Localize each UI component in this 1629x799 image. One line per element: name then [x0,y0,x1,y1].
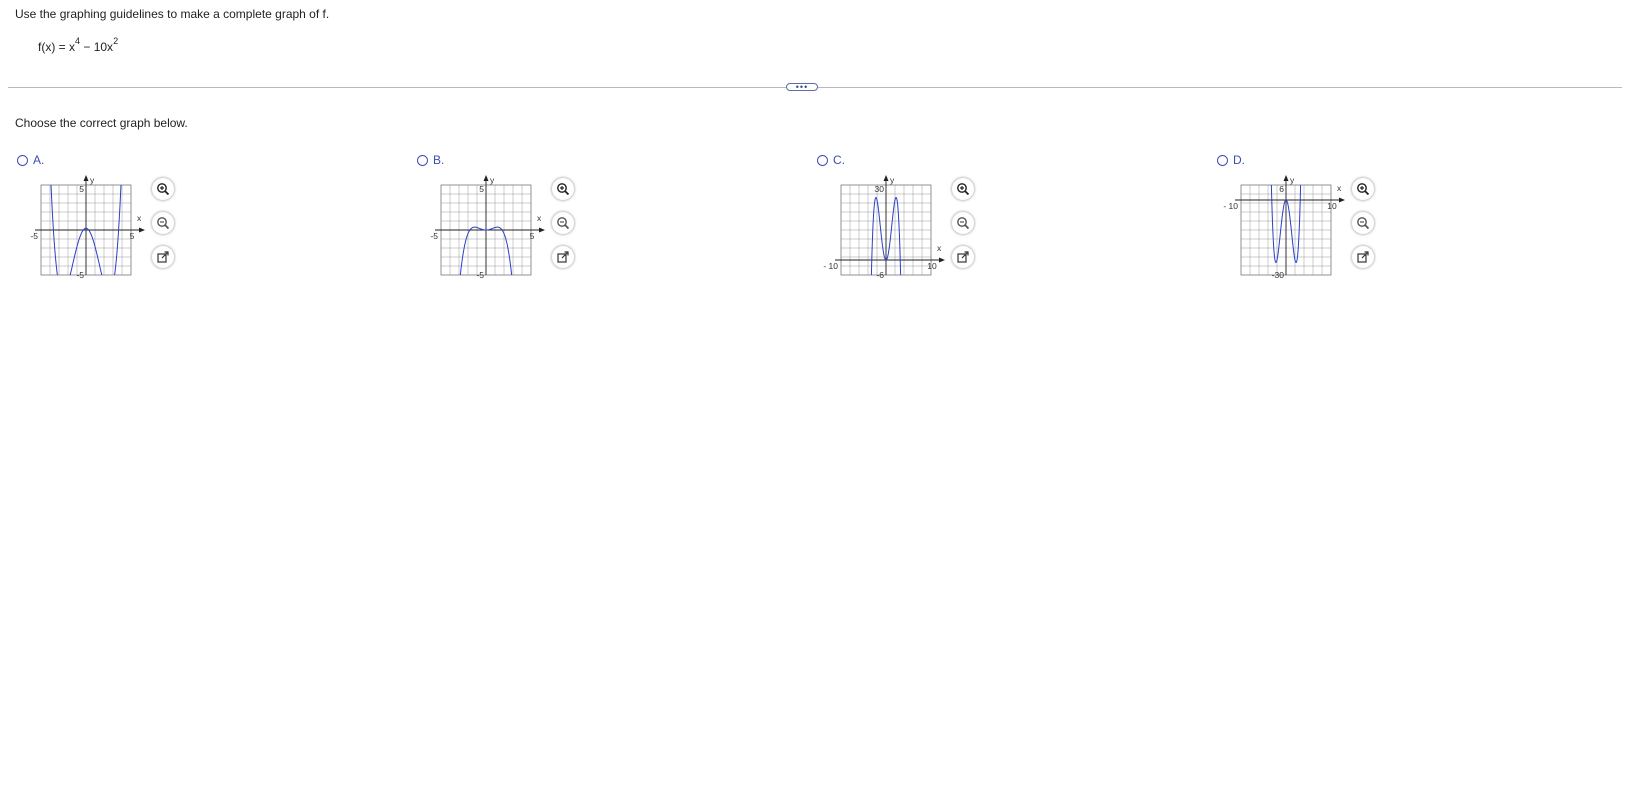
graph-thumbnail[interactable]: -5 5 5 -5 x y [417,173,547,280]
y-min-tick-label: -6 [876,270,884,280]
y-axis-label: y [890,175,895,185]
function-formula: f(x) = x4 − 10x2 [38,37,118,55]
choice-letter: A. [33,153,45,167]
graph-plot: -5 5 5 -5 x y [30,175,145,280]
x-axis-arrow [539,227,545,233]
choice-c: C. - 10 10 30 -6 x y [817,153,1117,293]
x-min-tick-label: - 10 [1223,201,1238,211]
choice-a-selector[interactable]: A. [17,153,44,167]
x-max-tick-label: 10 [1327,201,1337,211]
zoom-out-icon [1357,217,1370,230]
graph-plot: -5 5 5 -5 x y [430,175,545,280]
y-axis-arrow [883,175,889,181]
zoom-in-icon [1357,183,1370,196]
radio-button[interactable] [817,154,828,166]
external-window-icon [957,251,969,263]
zoom-in-icon [957,183,970,196]
choice-letter: D. [1233,153,1245,167]
choice-d-selector[interactable]: D. [1217,153,1245,167]
popout-button[interactable] [952,246,974,268]
x-axis-arrow [139,227,145,233]
popout-button[interactable] [152,246,174,268]
y-min-tick-label: -30 [1272,270,1285,280]
choice-a: A. -5 5 5 -5 x y [17,153,317,293]
y-axis-label: y [490,175,495,185]
graph-plot: - 10 10 6 -30 x y [1223,175,1345,280]
choice-b: B. -5 5 5 -5 x y [417,153,717,293]
choice-c-selector[interactable]: C. [817,153,845,167]
zoom-out-button[interactable] [552,212,574,234]
y-max-tick-label: 5 [479,184,484,194]
zoom-in-icon [157,183,170,196]
x-min-tick-label: -5 [430,231,438,241]
zoom-out-icon [957,217,970,230]
y-axis-arrow [83,175,89,181]
choice-letter: C. [833,153,845,167]
y-max-tick-label: 5 [79,184,84,194]
zoom-in-button[interactable] [1352,178,1374,200]
x-axis-label: x [937,243,942,253]
x-max-tick-label: 10 [927,261,937,271]
external-window-icon [557,251,569,263]
y-axis-arrow [1283,175,1289,181]
radio-button[interactable] [17,154,28,166]
y-axis-label: y [90,175,95,185]
y-min-tick-label: -5 [476,270,484,280]
choice-letter: B. [433,153,445,167]
zoom-out-icon [557,217,570,230]
popout-button[interactable] [1352,246,1374,268]
choice-prompt: Choose the correct graph below. [15,116,188,130]
graph-thumbnail[interactable]: -5 5 5 -5 x y [17,173,147,280]
graph-thumbnail[interactable]: - 10 10 30 -6 x y [817,173,947,280]
y-max-tick-label: 6 [1279,184,1284,194]
x-max-tick-label: 5 [130,231,135,241]
external-window-icon [1357,251,1369,263]
formula-exponent-2: 2 [113,36,119,46]
zoom-out-button[interactable] [1352,212,1374,234]
graph-thumbnail[interactable]: - 10 10 6 -30 x y [1217,173,1347,280]
choice-d: D. - 10 10 6 -30 x y [1217,153,1517,293]
y-min-tick-label: -5 [76,270,84,280]
x-min-tick-label: - 10 [823,261,838,271]
expand-more-button[interactable]: ••• [786,83,818,92]
x-axis-label: x [1337,183,1342,193]
y-max-tick-label: 30 [875,184,885,194]
zoom-in-button[interactable] [952,178,974,200]
question-instruction: Use the graphing guidelines to make a co… [15,7,330,21]
zoom-out-button[interactable] [952,212,974,234]
x-min-tick-label: -5 [30,231,38,241]
radio-button[interactable] [1217,154,1228,166]
graph-plot: - 10 10 30 -6 x y [823,175,945,280]
radio-button[interactable] [417,154,428,166]
choice-b-selector[interactable]: B. [417,153,444,167]
formula-lhs: f(x) = x [38,40,76,54]
zoom-in-button[interactable] [552,178,574,200]
external-window-icon [157,251,169,263]
y-axis-arrow [483,175,489,181]
zoom-out-button[interactable] [152,212,174,234]
x-max-tick-label: 5 [530,231,535,241]
x-axis-label: x [137,213,142,223]
zoom-out-icon [157,217,170,230]
zoom-in-button[interactable] [152,178,174,200]
x-axis-arrow [1339,197,1345,203]
y-axis-label: y [1290,175,1295,185]
x-axis-label: x [537,213,542,223]
x-axis-arrow [939,257,945,263]
zoom-in-icon [557,183,570,196]
formula-mid: − 10x [80,40,114,54]
popout-button[interactable] [552,246,574,268]
